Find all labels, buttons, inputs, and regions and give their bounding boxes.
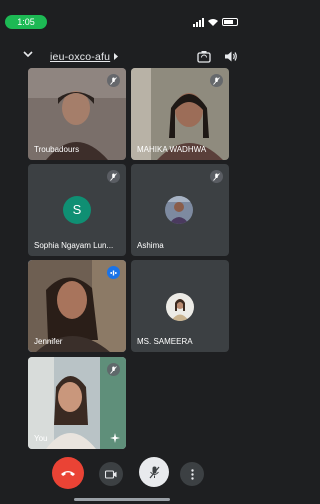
participant-tile[interactable]: Troubadours xyxy=(28,68,126,160)
effects-sparkle-icon[interactable] xyxy=(110,433,120,443)
mic-off-icon xyxy=(210,170,223,183)
avatar xyxy=(165,196,193,224)
camera-toggle-button[interactable] xyxy=(99,462,123,486)
wifi-icon xyxy=(208,19,218,26)
more-vertical-icon xyxy=(190,468,194,480)
participant-name: You xyxy=(34,434,48,443)
mic-off-icon xyxy=(210,74,223,87)
chevron-down-icon[interactable] xyxy=(22,48,34,60)
participant-name: Troubadours xyxy=(34,145,80,154)
battery-icon xyxy=(222,18,238,26)
signal-icon xyxy=(193,17,204,27)
phone-hangup-icon xyxy=(61,471,75,476)
mic-off-icon xyxy=(107,363,120,376)
audio-level-icon xyxy=(107,266,120,279)
participant-name: Sophia Ngayam Lun... xyxy=(34,241,114,250)
video-camera-icon xyxy=(105,469,117,479)
participant-tile[interactable]: MAHIKA WADHWA xyxy=(131,68,229,160)
speaker-icon[interactable] xyxy=(224,50,238,63)
status-icons xyxy=(193,16,238,28)
participant-tile-active-speaker[interactable]: Jennifer xyxy=(28,260,126,352)
end-call-button[interactable] xyxy=(52,457,84,489)
mic-off-icon xyxy=(107,74,120,87)
avatar: S xyxy=(63,196,91,224)
participant-tile[interactable]: Ashima xyxy=(131,164,229,256)
participant-name: Ashima xyxy=(137,241,164,250)
participant-tile[interactable]: MS. SAMEERA xyxy=(131,260,229,352)
switch-camera-icon[interactable] xyxy=(197,50,211,63)
home-indicator[interactable] xyxy=(74,498,170,501)
participant-name: MAHIKA WADHWA xyxy=(137,145,207,154)
avatar xyxy=(166,293,194,321)
meeting-code[interactable]: ieu-oxco-afu xyxy=(50,51,110,63)
participant-name: MS. SAMEERA xyxy=(137,337,193,346)
more-options-button[interactable] xyxy=(180,462,204,486)
mic-off-icon xyxy=(107,170,120,183)
self-view-tile[interactable]: You xyxy=(28,357,126,449)
participant-tile[interactable]: S Sophia Ngayam Lun... xyxy=(28,164,126,256)
chevron-right-icon[interactable] xyxy=(113,52,119,61)
microphone-toggle-button[interactable] xyxy=(139,457,169,487)
status-time: 1:05 xyxy=(5,15,47,29)
participant-name: Jennifer xyxy=(34,337,63,346)
mic-off-icon xyxy=(149,466,159,478)
